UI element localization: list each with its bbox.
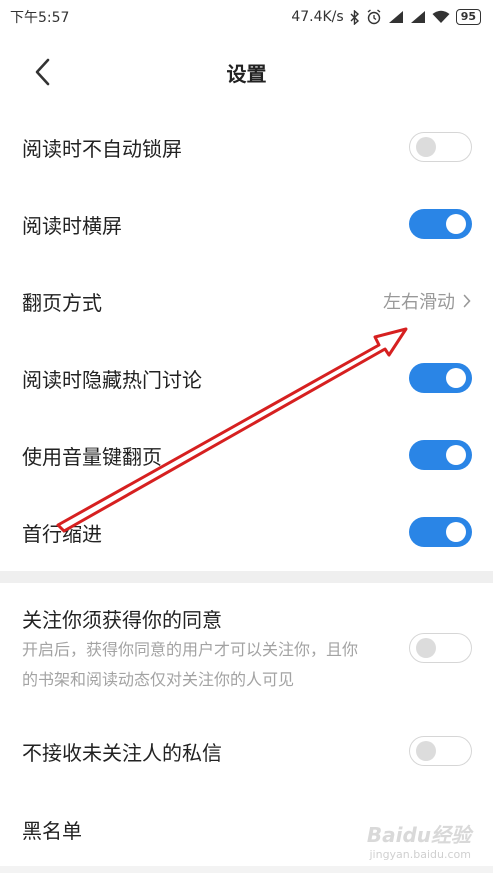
page-title: 设置 bbox=[226, 62, 267, 86]
wifi-icon bbox=[432, 10, 450, 24]
hide-hot-discussion-toggle[interactable] bbox=[409, 363, 472, 393]
toggle-knob bbox=[446, 445, 466, 465]
watermark-logo: Baidu经验 bbox=[366, 823, 471, 847]
chevron-right-icon bbox=[463, 294, 471, 308]
first-line-indent-toggle[interactable] bbox=[409, 517, 472, 547]
block-stranger-messages-toggle[interactable] bbox=[409, 736, 472, 766]
alarm-icon bbox=[366, 9, 382, 25]
signal-icon bbox=[410, 10, 426, 24]
signal-icon bbox=[388, 10, 404, 24]
landscape-toggle[interactable] bbox=[409, 209, 472, 239]
setting-first-line-indent: 首行缩进 bbox=[0, 501, 493, 563]
network-speed: 47.4K/s bbox=[291, 9, 344, 25]
page-turn-mode-selector[interactable]: 左右滑动 bbox=[383, 288, 471, 314]
toggle-knob bbox=[446, 522, 466, 542]
watermark-url: jingyan.baidu.com bbox=[369, 848, 471, 861]
watermark: Baidu经验 jingyan.baidu.com bbox=[367, 819, 471, 861]
setting-label: 使用音量键翻页 bbox=[22, 444, 162, 469]
setting-label: 阅读时隐藏热门讨论 bbox=[22, 367, 202, 392]
setting-label: 首行缩进 bbox=[22, 521, 102, 546]
battery-icon: 95 bbox=[455, 9, 481, 25]
setting-block-stranger-messages: 不接收未关注人的私信 bbox=[0, 720, 493, 782]
bluetooth-icon bbox=[350, 9, 360, 25]
setting-follow-consent: 关注你须获得你的同意 开启后，获得你同意的用户才可以关注你，且你 的书架和阅读动… bbox=[0, 604, 493, 694]
setting-label: 翻页方式 bbox=[22, 290, 102, 315]
page-turn-mode-value: 左右滑动 bbox=[383, 292, 455, 313]
setting-hide-hot-discussion: 阅读时隐藏热门讨论 bbox=[0, 347, 493, 409]
header: 设置 bbox=[0, 34, 493, 108]
setting-page-turn-mode[interactable]: 翻页方式 左右滑动 bbox=[0, 270, 493, 332]
follow-consent-toggle[interactable] bbox=[409, 633, 472, 663]
status-bar: 下午5:57 47.4K/s 95 bbox=[0, 0, 493, 34]
setting-volume-key-turn: 使用音量键翻页 bbox=[0, 424, 493, 486]
setting-no-auto-lock: 阅读时不自动锁屏 bbox=[0, 116, 493, 178]
toggle-knob bbox=[416, 741, 436, 761]
setting-landscape: 阅读时横屏 bbox=[0, 193, 493, 255]
status-time: 下午5:57 bbox=[10, 10, 70, 26]
status-icons: 47.4K/s 95 bbox=[291, 9, 481, 25]
toggle-knob bbox=[416, 638, 436, 658]
toggle-knob bbox=[446, 368, 466, 388]
setting-label: 不接收未关注人的私信 bbox=[22, 740, 222, 765]
setting-label: 黑名单 bbox=[22, 818, 82, 843]
toggle-knob bbox=[446, 214, 466, 234]
setting-label: 阅读时不自动锁屏 bbox=[22, 136, 182, 161]
volume-key-turn-toggle[interactable] bbox=[409, 440, 472, 470]
bottom-divider bbox=[0, 866, 493, 873]
setting-label: 关注你须获得你的同意 bbox=[22, 608, 222, 632]
section-divider bbox=[0, 571, 493, 583]
toggle-knob bbox=[416, 137, 436, 157]
no-auto-lock-toggle[interactable] bbox=[409, 132, 472, 162]
setting-description: 开启后，获得你同意的用户才可以关注你，且你 的书架和阅读动态仅对关注你的人可见 bbox=[22, 640, 359, 689]
setting-label: 阅读时横屏 bbox=[22, 213, 122, 238]
